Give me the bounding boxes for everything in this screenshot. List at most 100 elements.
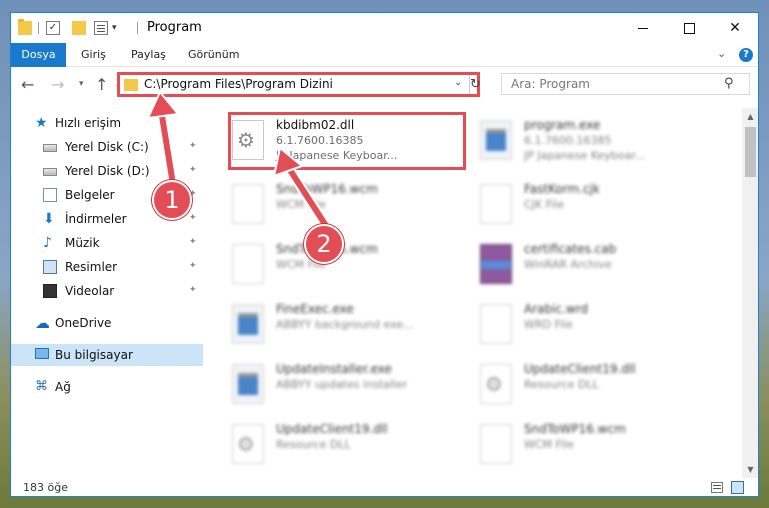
exe-file-icon: [480, 120, 512, 160]
sidebar-item-disk-d[interactable]: Yerel Disk (D:) ✦: [11, 160, 203, 182]
sidebar-item-label: Resimler: [65, 260, 118, 274]
close-button[interactable]: ✕: [712, 13, 758, 43]
file-type: WCM File: [276, 198, 326, 211]
sidebar-item-pictures[interactable]: Resimler ✦: [11, 256, 203, 278]
sidebar-item-videos[interactable]: Videolar ✦: [11, 280, 203, 302]
sidebar-item-music[interactable]: ♪ Müzik ✦: [11, 232, 203, 254]
pin-icon[interactable]: ✦: [189, 141, 197, 151]
help-icon[interactable]: ?: [739, 48, 753, 62]
file-item[interactable]: Arabic.wrd WRD File: [456, 296, 686, 352]
file-type: WCM File: [524, 438, 574, 451]
file-name: UpdateClient19.dll: [276, 422, 388, 436]
music-icon: ♪: [43, 235, 52, 251]
file-name: kbdibm02.dll: [276, 118, 355, 132]
quick-access-dropdown-icon[interactable]: ▾: [112, 23, 122, 33]
chevron-down-icon[interactable]: ⌄: [717, 47, 726, 60]
window-title: Program: [147, 20, 202, 35]
new-folder-icon[interactable]: [72, 21, 86, 35]
exe-file-icon: [232, 304, 264, 344]
sidebar-item-label: Ağ: [55, 380, 71, 394]
folder-icon[interactable]: [18, 19, 32, 35]
tab-file[interactable]: Dosya: [11, 43, 66, 67]
sidebar-item-onedrive[interactable]: ☁ OneDrive: [11, 312, 203, 334]
pin-icon[interactable]: ✦: [189, 261, 197, 271]
large-icons-view-icon[interactable]: [731, 481, 744, 494]
file-type: WRD File: [524, 318, 573, 331]
file-type: ABBYY background exe...: [276, 318, 414, 331]
tab-home[interactable]: Giriş: [81, 43, 106, 67]
file-name: FineExec.exe: [276, 302, 354, 316]
title-bar: ✓ ▾ Program ✕: [11, 13, 758, 43]
minimize-button[interactable]: [620, 13, 666, 43]
pin-icon[interactable]: ✦: [189, 213, 197, 223]
refresh-icon[interactable]: ↻: [469, 75, 481, 94]
address-dropdown-icon[interactable]: ⌄: [454, 77, 462, 88]
file-name: SndToWP16.wcm: [276, 182, 378, 196]
file-item[interactable]: SndToWP16.wcm WCM File: [456, 416, 686, 472]
file-item[interactable]: UpdateClient19.dll Resource DLL: [208, 416, 438, 472]
sidebar-item-network[interactable]: ⌘ Ağ: [11, 376, 203, 398]
maximize-button[interactable]: [666, 13, 712, 43]
back-arrow-icon[interactable]: ←: [21, 75, 34, 94]
sidebar-item-label: Yerel Disk (C:): [65, 140, 149, 154]
view-properties-icon[interactable]: [94, 21, 108, 35]
properties-check-icon[interactable]: ✓: [46, 21, 60, 35]
document-file-icon: [232, 184, 264, 224]
document-file-icon: [480, 304, 512, 344]
details-view-icon[interactable]: [711, 482, 723, 493]
tab-view[interactable]: Görünüm: [188, 43, 239, 67]
file-item[interactable]: program.exe 6.1.7600.16385 JP Japanese K…: [456, 112, 686, 168]
sidebar-item-quick-access[interactable]: ★ Hızlı erişim: [11, 112, 203, 134]
file-name: UpdateInstaller.exe: [276, 362, 392, 376]
file-version: 6.1.7600.16385: [524, 134, 612, 147]
dll-file-icon: [232, 424, 264, 464]
file-item[interactable]: certificates.cab WinRAR Archive: [456, 236, 686, 292]
document-file-icon: [232, 244, 264, 284]
drive-icon: [43, 144, 57, 152]
forward-arrow-icon[interactable]: →: [51, 75, 64, 94]
documents-icon: [43, 188, 57, 202]
status-bar: 183 öğe: [11, 478, 758, 496]
tab-share[interactable]: Paylaş: [131, 43, 166, 67]
file-description: JP Japanese Keyboar...: [524, 149, 646, 162]
pin-icon[interactable]: ✦: [189, 237, 197, 247]
file-item[interactable]: FastKorm.cjk CJK File: [456, 176, 686, 232]
search-input[interactable]: Ara: Program ⚲: [501, 73, 750, 95]
explorer-window: ✓ ▾ Program ✕ Dosya Giriş Paylaş Görünüm…: [10, 12, 759, 497]
scroll-up-icon[interactable]: ▲: [742, 108, 758, 125]
file-name: certificates.cab: [524, 242, 617, 256]
up-arrow-icon[interactable]: ↑: [95, 75, 108, 94]
file-item-kbdibm02-dll[interactable]: kbdibm02.dll 6.1.7600.16385 JP Japanese …: [208, 112, 466, 170]
sidebar-item-label: Hızlı erişim: [55, 116, 122, 130]
pin-icon[interactable]: ✦: [189, 165, 197, 175]
file-version: 6.1.7600.16385: [276, 134, 364, 147]
item-count: 183 öğe: [23, 481, 68, 494]
file-name: program.exe: [524, 118, 601, 132]
scrollbar-thumb[interactable]: [745, 127, 756, 177]
file-type: Resource DLL: [524, 378, 599, 391]
pictures-icon: [43, 260, 57, 274]
file-item[interactable]: FineExec.exe ABBYY background exe...: [208, 296, 438, 352]
file-type: Resource DLL: [276, 438, 351, 451]
sidebar-item-this-pc[interactable]: Bu bilgisayar: [11, 344, 203, 366]
file-item[interactable]: UpdateClient19.dll Resource DLL: [456, 356, 686, 412]
scroll-down-icon[interactable]: ▼: [742, 461, 758, 478]
sidebar-item-disk-c[interactable]: Yerel Disk (C:) ✦: [11, 136, 203, 158]
navigation-pane: ★ Hızlı erişim Yerel Disk (C:) ✦ Yerel D…: [11, 108, 203, 478]
address-path[interactable]: C:\Program Files\Program Dizini: [144, 77, 333, 91]
vertical-scrollbar[interactable]: ▲ ▼: [742, 108, 758, 478]
file-type: CJK File: [524, 198, 565, 211]
computer-icon: [35, 348, 49, 359]
sidebar-item-label: Müzik: [65, 236, 100, 250]
file-name: UpdateClient19.dll: [524, 362, 636, 376]
file-item[interactable]: UpdateInstaller.exe ABBYY updates instal…: [208, 356, 438, 412]
ribbon: Dosya Giriş Paylaş Görünüm ⌄ ?: [11, 43, 758, 67]
drive-icon: [43, 168, 57, 176]
address-bar[interactable]: C:\Program Files\Program Dizini ⌄ ↻: [117, 72, 481, 97]
search-icon[interactable]: ⚲: [724, 76, 734, 91]
document-file-icon: [480, 424, 512, 464]
recent-locations-icon[interactable]: ▾: [79, 79, 84, 89]
file-name: SndToWP16.wcm: [524, 422, 626, 436]
pin-icon[interactable]: ✦: [189, 285, 197, 295]
sidebar-item-label: Bu bilgisayar: [55, 348, 133, 362]
